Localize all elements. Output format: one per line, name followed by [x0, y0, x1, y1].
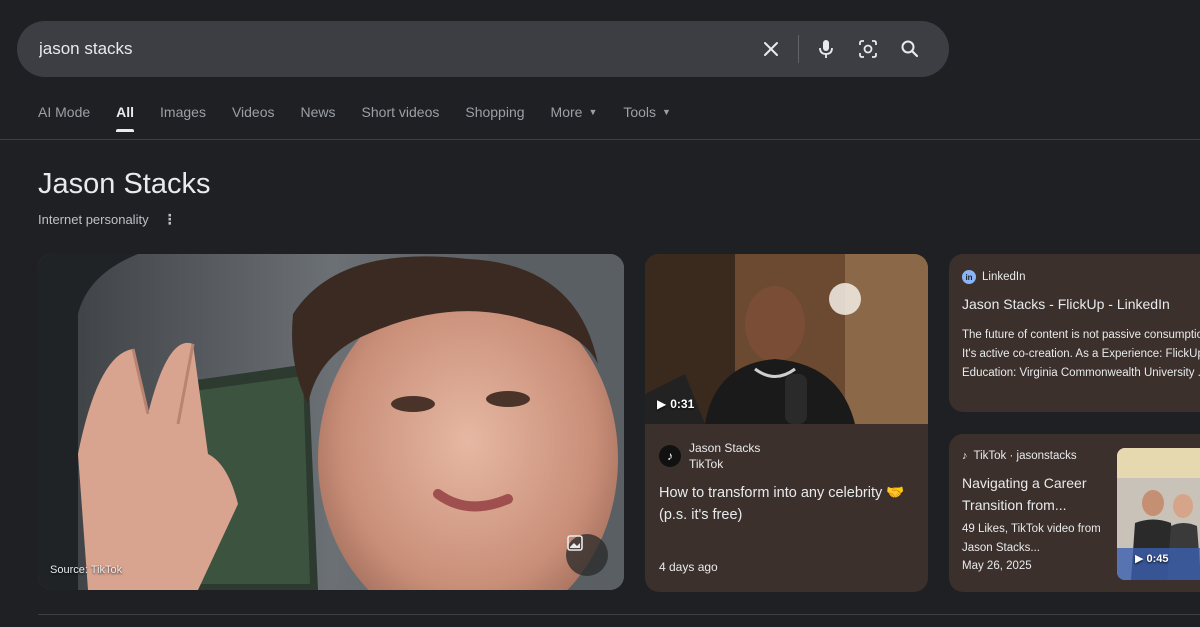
entity-description: Internet personality	[38, 212, 149, 227]
linkedin-result-card[interactable]: in LinkedIn Jason Stacks - FlickUp - Lin…	[949, 254, 1200, 412]
chevron-down-icon: ▼	[662, 107, 671, 117]
tab-videos[interactable]: Videos	[232, 104, 275, 132]
linkedin-source-label: LinkedIn	[982, 271, 1026, 283]
video-author: Jason Stacks	[689, 441, 761, 455]
tab-all[interactable]: All	[116, 104, 134, 132]
entity-title: Jason Stacks	[38, 168, 211, 200]
linkedin-snippet: The future of content is not passive con…	[962, 329, 1200, 379]
video-result-card[interactable]: ▶ 0:31 ♪ Jason Stacks TikTok How to tran…	[645, 254, 928, 592]
video-duration: ▶ 0:31	[657, 397, 694, 411]
tab-label: More	[550, 104, 583, 120]
lens-icon[interactable]	[847, 28, 889, 70]
linkedin-title[interactable]: Jason Stacks - FlickUp - LinkedIn	[962, 296, 1170, 312]
tiktok-icon: ♪	[659, 445, 681, 467]
tab-ai-mode[interactable]: AI Mode	[38, 104, 90, 132]
tiktok-result-card[interactable]: ♪ TikTok · jasonstacks Navigating a Care…	[949, 434, 1200, 592]
image-icon	[567, 535, 583, 551]
tab-label: Images	[160, 104, 206, 120]
video-title[interactable]: How to transform into any celebrity 🤝 (p…	[659, 482, 917, 526]
search-bar[interactable]	[17, 21, 949, 77]
entity-subtitle-row: Internet personality ⋮	[38, 211, 177, 228]
search-tabs: AI Mode All Images Videos News Short vid…	[38, 104, 697, 132]
tab-more[interactable]: More ▼	[551, 104, 598, 132]
tab-label: Tools	[623, 104, 657, 120]
tab-label: AI Mode	[38, 104, 91, 120]
tab-label: News	[300, 104, 336, 120]
tiktok-duration: ▶ 0:45	[1135, 553, 1169, 565]
search-divider	[798, 35, 799, 63]
tiktok-snippet: 49 Likes, TikTok video from Jason Stacks…	[962, 523, 1101, 554]
microphone-icon[interactable]	[805, 28, 847, 70]
tab-news[interactable]: News	[301, 104, 336, 132]
tab-label: Videos	[231, 104, 275, 120]
tab-label: Short videos	[361, 104, 440, 120]
tab-short-videos[interactable]: Short videos	[362, 104, 440, 132]
video-source: ♪ Jason Stacks TikTok	[659, 440, 760, 472]
tab-shopping[interactable]: Shopping	[465, 104, 524, 132]
tab-tools[interactable]: Tools ▼	[623, 104, 671, 132]
more-options-icon[interactable]: ⋮	[163, 211, 177, 228]
chevron-down-icon: ▼	[588, 107, 598, 117]
video-platform: TikTok	[689, 457, 724, 471]
linkedin-source: in LinkedIn	[962, 270, 1025, 284]
duration-text: 0:31	[670, 397, 695, 411]
main-image-card[interactable]: Source: TikTok	[38, 254, 624, 590]
tab-label: Shopping	[465, 104, 525, 120]
clear-icon[interactable]	[750, 28, 792, 70]
tab-label: All	[116, 104, 135, 120]
search-results-page: AI Mode All Images Videos News Short vid…	[0, 0, 1200, 627]
video-source-text: Jason Stacks TikTok	[689, 440, 760, 472]
linkedin-icon: in	[962, 270, 976, 284]
search-input[interactable]	[39, 21, 750, 77]
tab-images[interactable]: Images	[160, 104, 206, 132]
tiktok-title[interactable]: Navigating a Career Transition from...	[962, 472, 1112, 516]
expand-image-button[interactable]	[566, 534, 608, 576]
play-icon: ▶	[657, 397, 667, 411]
tiktok-date: May 26, 2025	[962, 560, 1032, 572]
tiktok-icon: ♪	[962, 450, 968, 462]
profile-photo	[38, 254, 624, 590]
tiktok-source-label: TikTok · jasonstacks	[973, 450, 1077, 462]
video-date: 4 days ago	[659, 560, 718, 574]
image-source-label: Source: TikTok	[50, 564, 123, 576]
search-actions	[750, 28, 931, 70]
tabs-divider	[0, 139, 1200, 140]
next-section-edge	[38, 614, 1200, 627]
tiktok-source: ♪ TikTok · jasonstacks	[962, 450, 1077, 462]
tiktok-duration-text: 0:45	[1146, 553, 1169, 565]
search-icon[interactable]	[889, 28, 931, 70]
